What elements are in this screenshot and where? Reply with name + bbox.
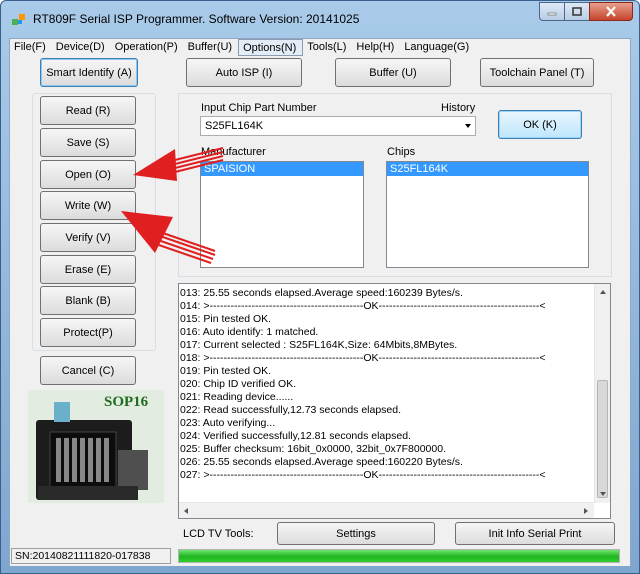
maximize-icon <box>572 7 582 16</box>
package-label: SOP16 <box>104 394 149 410</box>
history-label: History <box>441 102 476 114</box>
progress-fill <box>179 550 619 562</box>
read-button[interactable]: Read (R) <box>40 96 136 125</box>
smart-identify-button[interactable]: Smart Identify (A) <box>40 58 138 87</box>
part-number-value: S25FL164K <box>205 120 264 132</box>
chip-item-selected[interactable]: S25FL164K <box>387 162 588 176</box>
close-icon <box>606 6 616 17</box>
scroll-left-icon[interactable] <box>184 508 188 514</box>
log-line: 013: 25.55 seconds elapsed.Average speed… <box>180 287 463 299</box>
log-panel[interactable]: 013: 25.55 seconds elapsed.Average speed… <box>178 283 611 519</box>
app-icon <box>12 14 25 25</box>
log-line: 024: Verified successfully,12.81 seconds… <box>180 430 411 442</box>
annotation-arrow-write <box>121 211 216 264</box>
blank-button[interactable]: Blank (B) <box>40 286 136 315</box>
progress-bar <box>178 549 620 563</box>
log-line: 023: Auto verifying... <box>180 417 276 429</box>
minimize-button[interactable] <box>539 2 565 21</box>
menu-device[interactable]: Device(D) <box>52 39 111 56</box>
scroll-up-icon[interactable] <box>600 290 606 294</box>
package-image: SOP16 <box>28 390 164 503</box>
log-scroll-thumb[interactable] <box>597 380 608 498</box>
log-line: 026: 25.55 seconds elapsed.Average speed… <box>180 456 463 468</box>
buffer-button[interactable]: Buffer (U) <box>335 58 451 87</box>
part-number-combo[interactable]: S25FL164K <box>200 116 476 136</box>
log-horizontal-scrollbar[interactable] <box>179 502 594 518</box>
log-line: 017: Current selected : S25FL164K,Size: … <box>180 339 458 351</box>
ok-button[interactable]: OK (K) <box>498 110 582 139</box>
menu-file[interactable]: File(F) <box>10 39 52 56</box>
log-line: 021: Reading device...... <box>180 391 294 403</box>
settings-button[interactable]: Settings <box>277 522 435 545</box>
auto-isp-button[interactable]: Auto ISP (I) <box>186 58 302 87</box>
close-button[interactable] <box>589 2 633 21</box>
log-vertical-scrollbar[interactable] <box>594 284 610 503</box>
log-line: 022: Read successfully,12.73 seconds ela… <box>180 404 402 416</box>
protect-button[interactable]: Protect(P) <box>40 318 136 347</box>
part-number-label: Input Chip Part Number <box>201 102 317 114</box>
save-button[interactable]: Save (S) <box>40 128 136 157</box>
scroll-down-icon[interactable] <box>600 492 606 496</box>
cancel-button[interactable]: Cancel (C) <box>40 356 136 385</box>
maximize-button[interactable] <box>564 2 590 21</box>
minimize-icon <box>547 12 557 15</box>
log-line: 015: Pin tested OK. <box>180 313 272 325</box>
open-button[interactable]: Open (O) <box>40 160 136 189</box>
log-line: 019: Pin tested OK. <box>180 365 272 377</box>
menu-help[interactable]: Help(H) <box>352 39 400 56</box>
app-window: RT809F Serial ISP Programmer. Software V… <box>0 0 640 574</box>
log-line: 018: >----------------------------------… <box>180 352 546 364</box>
menu-operation[interactable]: Operation(P) <box>111 39 184 56</box>
menu-tools[interactable]: Tools(L) <box>303 39 352 56</box>
lcd-tools-label: LCD TV Tools: <box>183 528 254 540</box>
scroll-right-icon[interactable] <box>584 508 588 514</box>
chips-list[interactable]: S25FL164K <box>386 161 589 268</box>
toolchain-panel-button[interactable]: Toolchain Panel (T) <box>480 58 594 87</box>
title-bar[interactable]: RT809F Serial ISP Programmer. Software V… <box>1 1 639 39</box>
client-area: File(F) Device(D) Operation(P) Buffer(U)… <box>9 38 631 566</box>
log-line: 016: Auto identify: 1 matched. <box>180 326 319 338</box>
log-line: 014: >----------------------------------… <box>180 300 546 312</box>
dropdown-arrow-icon <box>465 124 471 128</box>
status-bar: SN:20140821111820-017838 <box>10 546 630 566</box>
chips-label: Chips <box>387 146 416 158</box>
menu-language[interactable]: Language(G) <box>400 39 475 56</box>
menu-bar: File(F) Device(D) Operation(P) Buffer(U)… <box>10 39 630 56</box>
log-lines: 013: 25.55 seconds elapsed.Average speed… <box>179 287 595 482</box>
log-line: 020: Chip ID verified OK. <box>180 378 297 390</box>
menu-options[interactable]: Options(N) <box>238 39 304 56</box>
serial-number: SN:20140821111820-017838 <box>11 548 171 564</box>
log-line: 025: Buffer checksum: 16bit_0x0000, 32bi… <box>180 443 446 455</box>
annotation-arrow-open <box>133 147 224 181</box>
window-title: RT809F Serial ISP Programmer. Software V… <box>33 12 360 26</box>
menu-buffer[interactable]: Buffer(U) <box>184 39 238 56</box>
init-info-serial-print-button[interactable]: Init Info Serial Print <box>455 522 615 545</box>
log-line: 027: >----------------------------------… <box>180 469 546 481</box>
